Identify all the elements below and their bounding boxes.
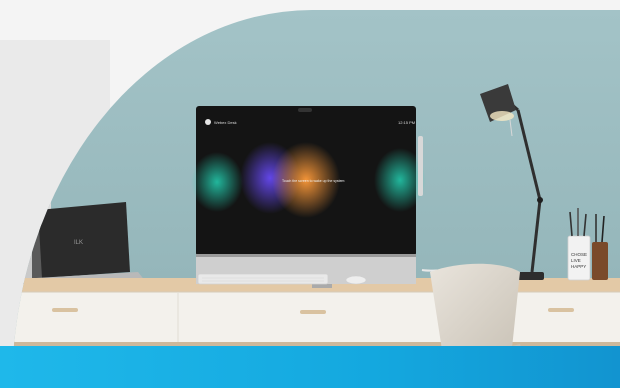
keyboard [197,273,329,285]
mug-text-1: CHOSE [571,252,587,257]
desk-front [12,292,620,342]
screen-device-name: Webex Desk [214,120,237,125]
mug-text-2: LIVE [571,258,581,263]
accent-band [0,346,620,388]
screen-wake-message: Touch the screen to wake up the system [282,179,345,183]
laptop-logo: ILK [74,240,83,246]
desk-monitor: Webex Desk 12:15 PM Touch the screen to … [191,106,426,288]
screen-time: 12:15 PM [398,120,415,125]
mug-text-3: HAPPY [571,264,586,269]
mouse [345,275,367,285]
